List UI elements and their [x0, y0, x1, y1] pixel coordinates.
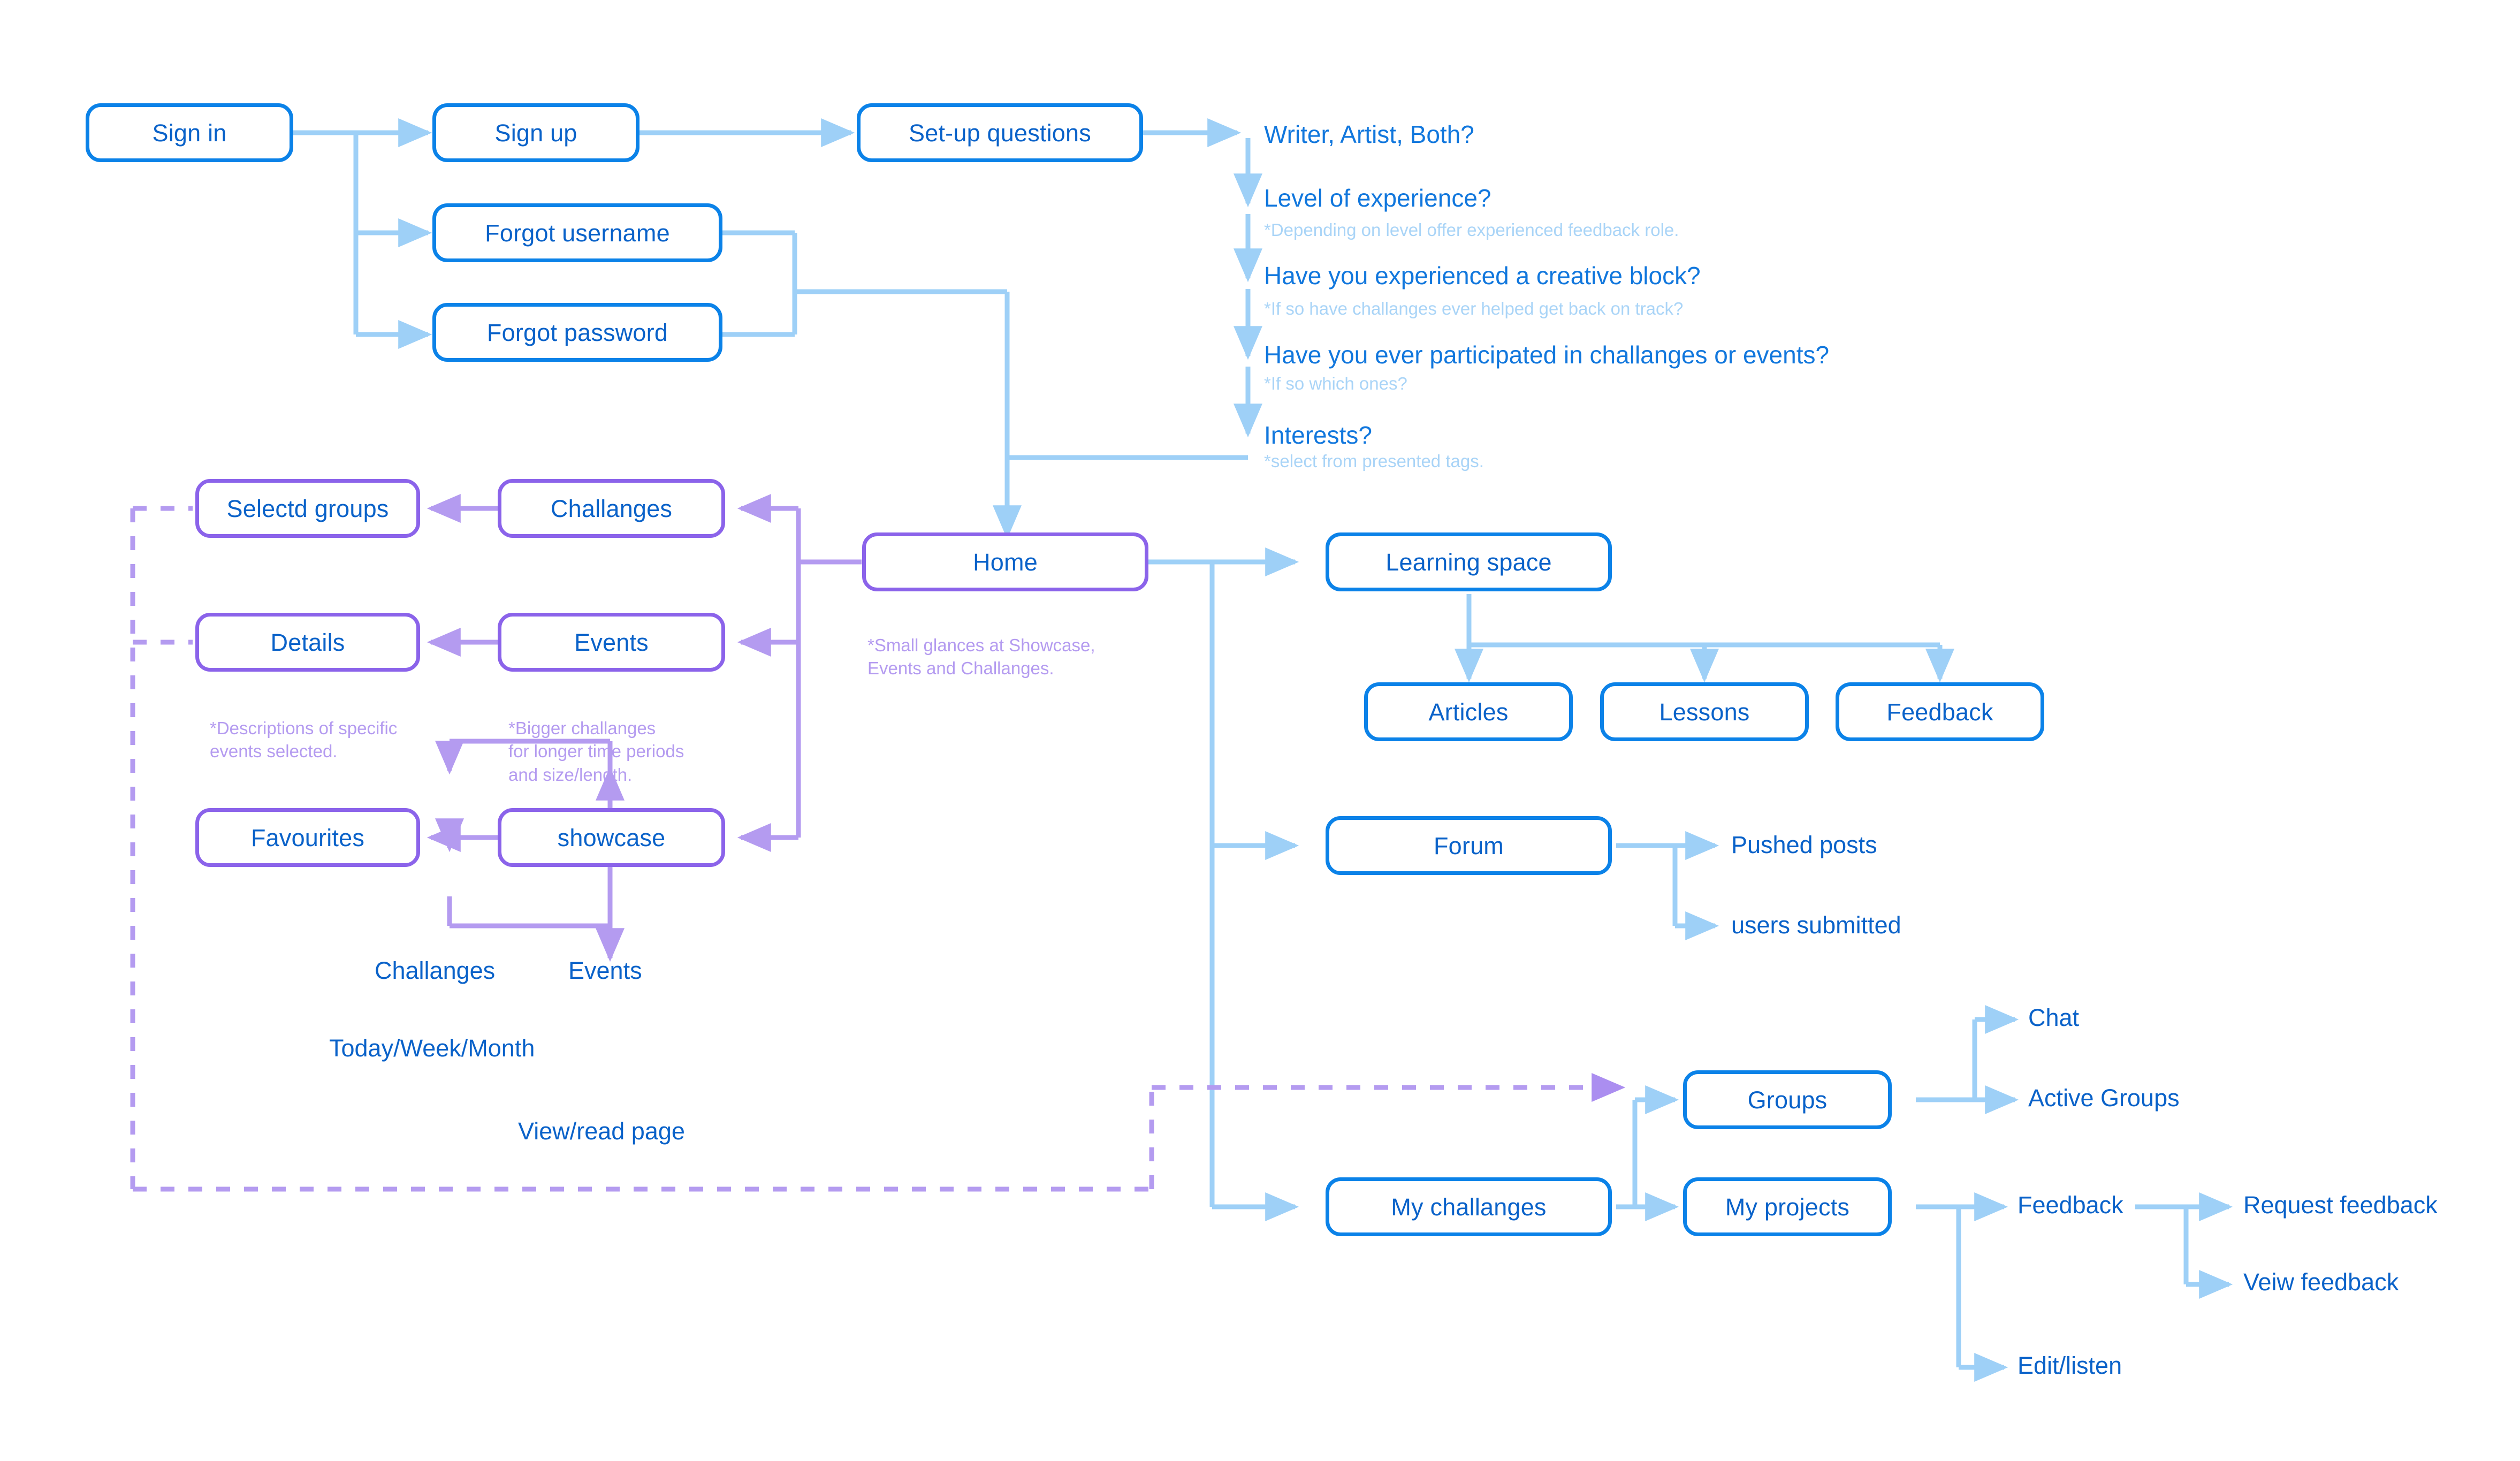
node-challanges-label: Challanges — [550, 494, 673, 522]
question-4-text: Have you ever participated in challanges… — [1264, 341, 1830, 369]
node-lessons-label: Lessons — [1659, 698, 1750, 726]
question-5-note: *select from presented tags. — [1264, 452, 1484, 470]
label-feedback-projects-text: Feedback — [2017, 1191, 2123, 1219]
node-my-projects[interactable]: My projects — [1683, 1177, 1892, 1236]
node-my-projects-label: My projects — [1725, 1193, 1850, 1221]
node-selectd-groups[interactable]: Selectd groups — [195, 479, 420, 538]
node-challanges[interactable]: Challanges — [498, 479, 725, 538]
node-favourites-label: Favourites — [250, 824, 365, 851]
node-forum[interactable]: Forum — [1326, 816, 1612, 875]
question-1-text: Writer, Artist, Both? — [1264, 120, 1474, 148]
home-note: *Small glances at Showcase, Events and C… — [867, 610, 1167, 680]
question-2-text: Level of experience? — [1264, 184, 1491, 212]
node-setup-questions-label: Set-up questions — [909, 119, 1091, 147]
node-forum-label: Forum — [1433, 832, 1504, 859]
label-showcase-challanges-text: Challanges — [375, 957, 496, 984]
details-note-text: *Descriptions of specific events selecte… — [210, 718, 398, 762]
question-2-note: *Depending on level offer experienced fe… — [1264, 221, 1679, 239]
label-edit-listen: Edit/listen — [2017, 1352, 2122, 1379]
label-edit-listen-text: Edit/listen — [2017, 1352, 2122, 1379]
label-request-feedback-text: Request feedback — [2243, 1191, 2438, 1219]
node-sign-in[interactable]: Sign in — [86, 103, 293, 162]
node-sign-up[interactable]: Sign up — [432, 103, 639, 162]
question-5-text: Interests? — [1264, 421, 1372, 449]
node-events-label: Events — [574, 628, 649, 656]
node-details-label: Details — [270, 628, 345, 656]
node-forgot-username[interactable]: Forgot username — [432, 203, 722, 262]
label-today-week-month-text: Today/Week/Month — [329, 1034, 535, 1062]
events-note-text: *Bigger challanges for longer time perio… — [508, 718, 684, 785]
label-pushed-posts-text: Pushed posts — [1731, 831, 1877, 858]
question-3-note-text: *If so have challanges ever helped get b… — [1264, 299, 1684, 318]
node-showcase[interactable]: showcase — [498, 808, 725, 867]
label-users-submitted: users submitted — [1731, 912, 1901, 939]
label-chat-text: Chat — [2028, 1004, 2080, 1031]
node-selectd-groups-label: Selectd groups — [226, 494, 389, 522]
node-lessons[interactable]: Lessons — [1600, 682, 1809, 741]
node-setup-questions[interactable]: Set-up questions — [857, 103, 1143, 162]
node-feedback-learning[interactable]: Feedback — [1836, 682, 2044, 741]
label-showcase-events: Events — [568, 957, 642, 984]
label-view-read-page-text: View/read page — [518, 1117, 685, 1145]
question-4-note-text: *If so which ones? — [1264, 374, 1407, 393]
home-note-text: *Small glances at Showcase, Events and C… — [867, 635, 1095, 679]
label-users-submitted-text: users submitted — [1731, 911, 1901, 939]
question-3-note: *If so have challanges ever helped get b… — [1264, 300, 1683, 317]
node-articles[interactable]: Articles — [1364, 682, 1573, 741]
node-groups-label: Groups — [1747, 1086, 1828, 1114]
node-events[interactable]: Events — [498, 613, 725, 672]
label-showcase-challanges: Challanges — [375, 957, 496, 984]
flow-diagram-canvas: Sign in Sign up Forgot username Forgot p… — [0, 0, 2520, 1461]
node-groups[interactable]: Groups — [1683, 1070, 1892, 1129]
node-details[interactable]: Details — [195, 613, 420, 672]
node-sign-up-label: Sign up — [494, 119, 577, 147]
question-1: Writer, Artist, Both? — [1264, 122, 1474, 147]
label-view-read-page: View/read page — [518, 1118, 685, 1145]
question-4: Have you ever participated in challanges… — [1264, 343, 1829, 367]
question-2-note-text: *Depending on level offer experienced fe… — [1264, 220, 1679, 240]
node-articles-label: Articles — [1428, 698, 1509, 726]
question-3: Have you experienced a creative block? — [1264, 263, 1701, 288]
node-learning-space-label: Learning space — [1385, 548, 1552, 576]
label-veiw-feedback: Veiw feedback — [2243, 1269, 2399, 1296]
node-forgot-username-label: Forgot username — [485, 219, 670, 247]
question-5-note-text: *select from presented tags. — [1264, 451, 1484, 471]
events-note: *Bigger challanges for longer time perio… — [508, 693, 744, 786]
question-2: Level of experience? — [1264, 186, 1491, 210]
node-showcase-label: showcase — [557, 824, 666, 851]
question-5: Interests? — [1264, 423, 1372, 447]
node-forgot-password-label: Forgot password — [486, 318, 668, 346]
label-active-groups: Active Groups — [2028, 1085, 2180, 1112]
details-note: *Descriptions of specific events selecte… — [210, 693, 435, 763]
node-my-challanges[interactable]: My challanges — [1326, 1177, 1612, 1236]
node-sign-in-label: Sign in — [152, 119, 227, 147]
node-home-label: Home — [973, 548, 1038, 576]
node-feedback-learning-label: Feedback — [1886, 698, 1993, 726]
label-active-groups-text: Active Groups — [2028, 1084, 2180, 1112]
label-request-feedback: Request feedback — [2243, 1192, 2438, 1219]
question-3-text: Have you experienced a creative block? — [1264, 262, 1701, 290]
question-4-note: *If so which ones? — [1264, 375, 1407, 392]
label-pushed-posts: Pushed posts — [1731, 832, 1877, 858]
label-showcase-events-text: Events — [568, 957, 642, 984]
label-today-week-month: Today/Week/Month — [329, 1034, 535, 1062]
node-favourites[interactable]: Favourites — [195, 808, 420, 867]
node-learning-space[interactable]: Learning space — [1326, 532, 1612, 591]
node-my-challanges-label: My challanges — [1391, 1193, 1547, 1221]
label-chat: Chat — [2028, 1005, 2079, 1031]
node-home[interactable]: Home — [862, 532, 1148, 591]
label-veiw-feedback-text: Veiw feedback — [2243, 1268, 2399, 1296]
label-feedback-projects: Feedback — [2017, 1192, 2123, 1219]
node-forgot-password[interactable]: Forgot password — [432, 303, 722, 362]
